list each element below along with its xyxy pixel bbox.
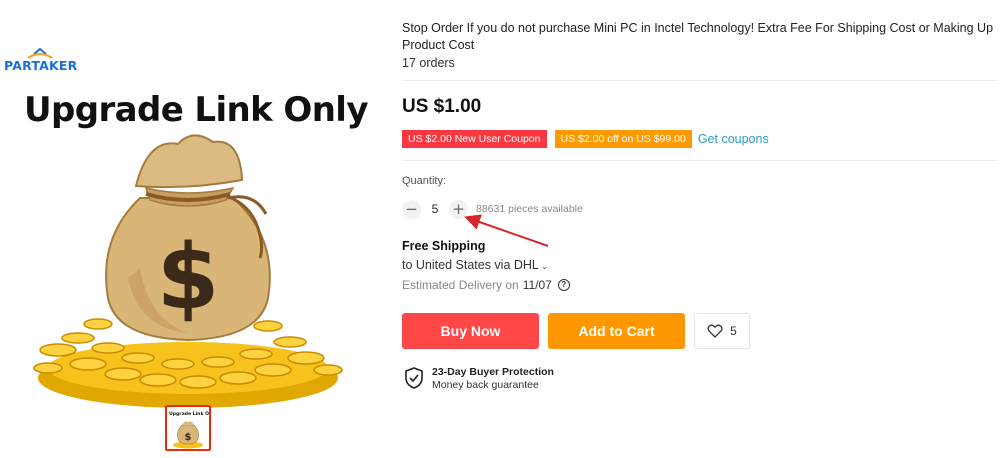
threshold-coupon[interactable]: US $2.00 off on US $99.00 [553,130,692,148]
product-title: Stop Order If you do not purchase Mini P… [402,21,994,52]
buyer-protection: 23-Day Buyer Protection Money back guara… [404,366,554,392]
delivery-label: Estimated Delivery on [402,278,519,292]
coupon-row: US $2.00 New User Coupon US $2.00 off on… [401,130,769,148]
estimated-delivery: Estimated Delivery on 11/07 ? [402,278,570,292]
shipping-destination[interactable]: to United States via DHL ⌄ [402,258,548,272]
divider [402,80,998,81]
add-to-cart-button[interactable]: Add to Cart [548,313,685,349]
protection-title: 23-Day Buyer Protection [432,366,554,378]
delivery-date: 11/07 [522,278,552,292]
shield-check-icon [405,367,423,389]
bag-dollar-sign: $ [157,225,220,330]
product-gallery: PARTAKER Upgrade Link Only $ Upgrade Lin… [0,0,370,458]
divider [402,160,998,161]
shipping-destination-text: to United States via DHL [402,258,539,272]
main-product-image[interactable]: PARTAKER Upgrade Link Only $ [0,20,370,408]
quantity-input[interactable]: 5 [421,202,449,216]
get-coupons-link[interactable]: Get coupons [698,132,769,146]
quantity-label: Quantity: [402,175,447,187]
svg-text:$: $ [185,432,192,443]
help-icon[interactable]: ? [557,279,570,291]
heart-icon [707,324,723,338]
thumbnail-caption: Upgrade Link Only [169,412,210,417]
hero-caption: Upgrade Link Only [24,90,369,130]
thumbnail-1[interactable]: Upgrade Link Only $ [165,405,211,451]
thumbnail-money-bag-icon: $ [173,421,203,449]
new-user-coupon[interactable]: US $2.00 New User Coupon [401,130,547,148]
wishlist-count: 5 [730,324,737,338]
chevron-down-icon: ⌄ [540,261,549,271]
order-count: 17 orders [402,56,455,70]
minus-icon[interactable]: − [402,199,421,219]
product-info: Stop Order If you do not purchase Mini P… [401,0,1000,458]
protection-subtitle: Money back guarantee [432,379,539,391]
brand-name: PARTAKER [4,58,78,73]
shipping-title: Free Shipping [402,239,486,253]
wishlist-button[interactable]: 5 [694,313,750,349]
money-bag-icon: $ [28,128,348,418]
buy-now-button[interactable]: Buy Now [402,313,539,349]
product-price: US $1.00 [402,96,482,117]
